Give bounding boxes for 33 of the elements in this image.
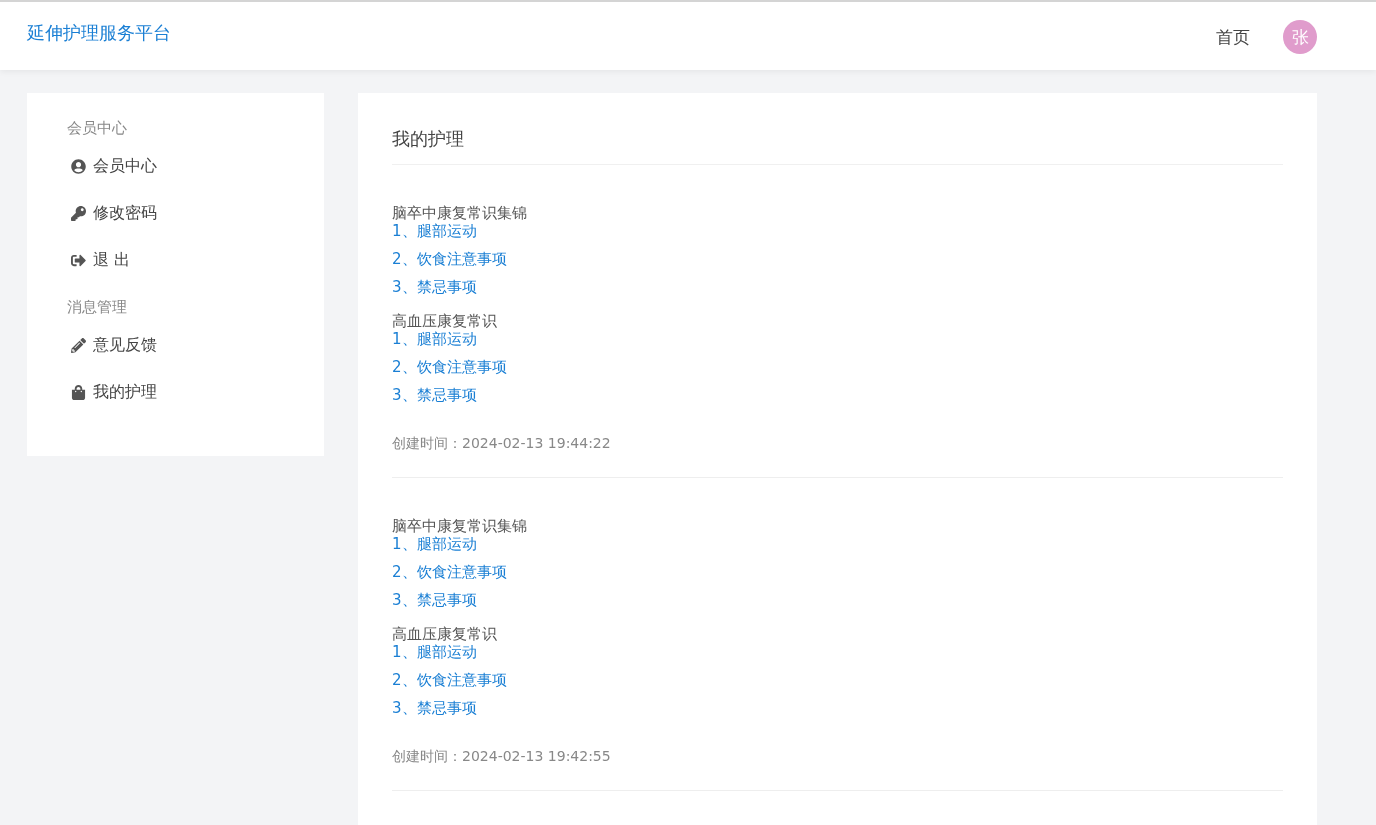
pencil-icon: [70, 337, 87, 353]
sidebar-section-title: 会员中心: [67, 118, 128, 138]
topic-link[interactable]: 1、腿部运动: [392, 643, 477, 661]
created-time: 创建时间：2024-02-13 19:44:22: [392, 435, 612, 453]
topic-link[interactable]: 2、饮食注意事项: [392, 671, 507, 689]
nav-link[interactable]: 首页: [1216, 25, 1250, 49]
page-title: 我的护理: [392, 127, 1283, 165]
topic-link[interactable]: 3、禁忌事项: [392, 278, 477, 296]
sidebar-item[interactable]: 会员中心: [70, 156, 324, 176]
bag-icon: [70, 384, 87, 400]
sidebar-item[interactable]: 我的护理: [70, 382, 324, 402]
logout-icon: [70, 252, 87, 268]
topic-title: 脑卒中康复常识集锦: [392, 205, 528, 222]
topic-link[interactable]: 2、饮食注意事项: [392, 563, 507, 581]
sidebar-item[interactable]: 修改密码: [70, 203, 324, 223]
topic-link[interactable]: 1、腿部运动: [392, 222, 477, 240]
topic-link[interactable]: 3、禁忌事项: [392, 386, 477, 404]
topic-link[interactable]: 3、禁忌事项: [392, 591, 477, 609]
user-icon: [70, 158, 87, 174]
topic-link[interactable]: 3、禁忌事项: [392, 699, 477, 717]
topic-link[interactable]: 2、饮食注意事项: [392, 250, 507, 268]
sidebar-section-title: 消息管理: [67, 297, 128, 317]
topic-link[interactable]: 2、饮食注意事项: [392, 358, 507, 376]
topic-title: 高血压康复常识: [392, 626, 498, 643]
created-time: 创建时间：2024-02-13 19:42:55: [392, 748, 612, 766]
sidebar-item[interactable]: 意见反馈: [70, 335, 324, 355]
topic-link[interactable]: 1、腿部运动: [392, 535, 477, 553]
topic-link[interactable]: 1、腿部运动: [392, 330, 477, 348]
brand-link[interactable]: 延伸护理服务平台: [27, 21, 171, 45]
key-icon: [70, 205, 87, 221]
topic-title: 高血压康复常识: [392, 313, 498, 330]
sidebar-item[interactable]: 退 出: [70, 250, 324, 270]
topic-title: 脑卒中康复常识集锦: [392, 518, 528, 535]
